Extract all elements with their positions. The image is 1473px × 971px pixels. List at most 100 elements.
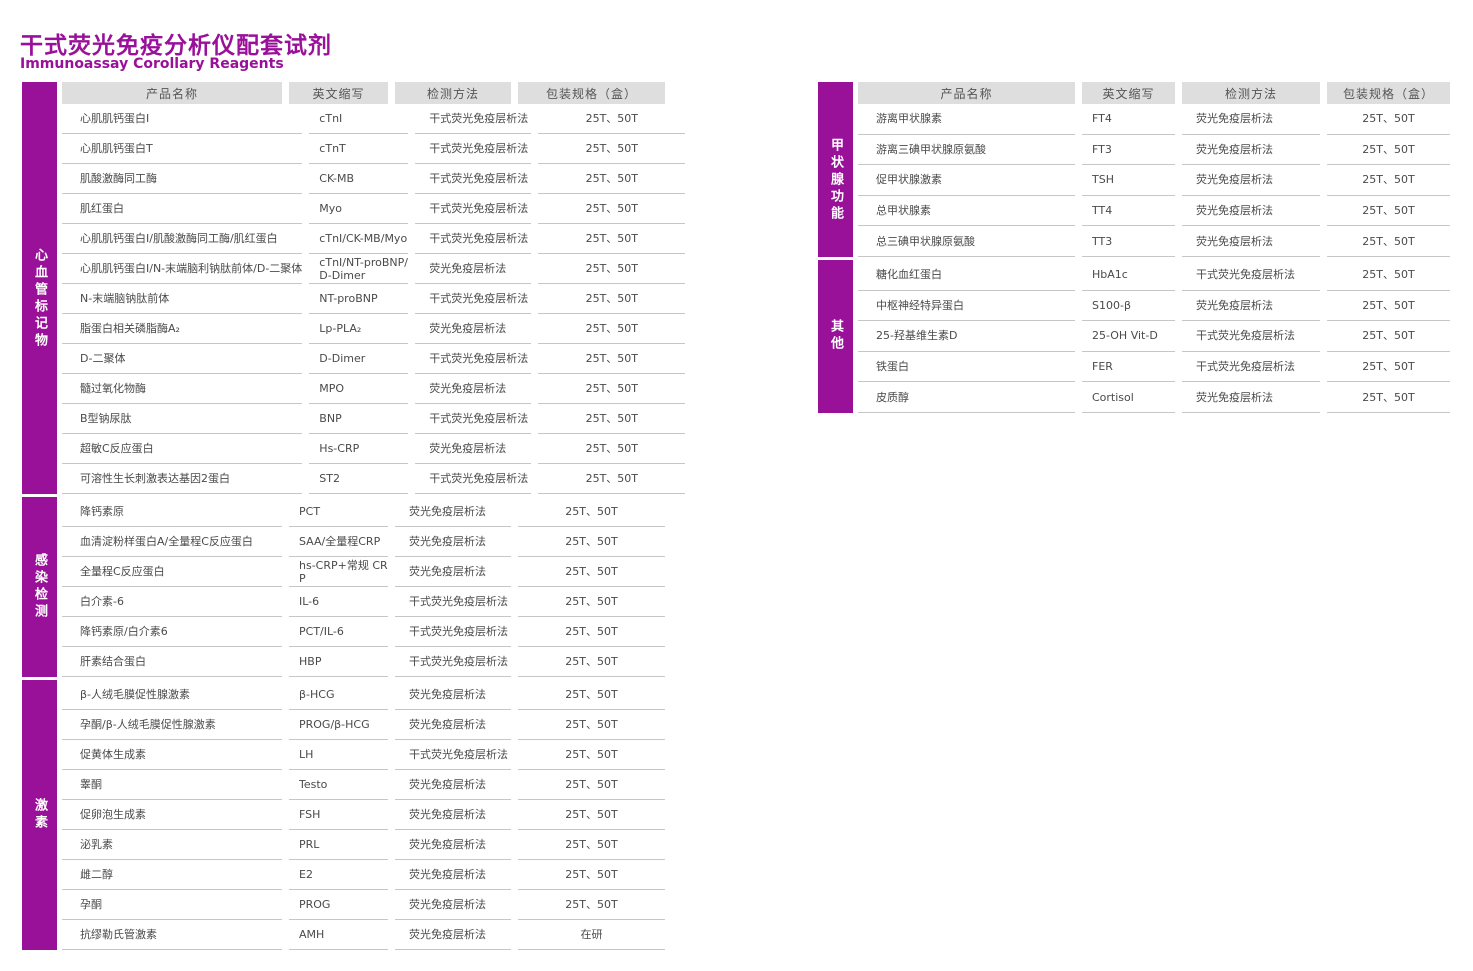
package-cell: 25T、50T [518, 740, 665, 770]
package-cell: 25T、50T [518, 587, 665, 617]
abbreviation-cell: FT4 [1082, 104, 1175, 135]
package-cell: 25T、50T [1327, 226, 1450, 257]
method-cell: 荧光免疫层析法 [415, 374, 531, 404]
table-row: 脂蛋白相关磷脂酶A₂ Lp-PLA₂ 荧光免疫层析法 25T、50T [62, 314, 685, 344]
product-name-cell: 心肌肌钙蛋白I/肌酸激酶同工酶/肌红蛋白 [62, 224, 302, 254]
package-cell: 25T、50T [518, 647, 665, 677]
package-cell: 25T、50T [538, 284, 685, 314]
category-bar: 感染检测 [22, 497, 57, 677]
package-cell: 25T、50T [538, 104, 685, 134]
abbreviation-cell: SAA/全量程CRP [289, 527, 388, 557]
table-row: 游离三碘甲状腺原氨酸 FT3 荧光免疫层析法 25T、50T [858, 135, 1450, 166]
abbreviation-cell: β-HCG [289, 680, 388, 710]
package-cell: 25T、50T [518, 680, 665, 710]
package-cell: 25T、50T [518, 860, 665, 890]
product-name-cell: B型钠尿肽 [62, 404, 302, 434]
table-row: 心肌肌钙蛋白I/N-末端脑利钠肽前体/D-二聚体 cTnI/NT-proBNP/… [62, 254, 685, 284]
package-cell: 25T、50T [1327, 260, 1450, 291]
package-cell: 25T、50T [1327, 382, 1450, 413]
table-section: 其他 糖化血红蛋白 HbA1c 干式荧光免疫层析法 25T、50T 中枢神经特异… [818, 260, 1450, 413]
product-name-cell: 游离甲状腺素 [858, 104, 1075, 135]
product-name-cell: 血清淀粉样蛋白A/全量程C反应蛋白 [62, 527, 282, 557]
abbreviation-cell: PRL [289, 830, 388, 860]
package-cell: 25T、50T [538, 134, 685, 164]
package-cell: 25T、50T [518, 497, 665, 527]
method-cell: 干式荧光免疫层析法 [1182, 321, 1320, 352]
col-header-package: 包装规格（盒） [518, 82, 665, 104]
table-row: 总甲状腺素 TT4 荧光免疫层析法 25T、50T [858, 196, 1450, 227]
category-bar: 甲状腺功能 [818, 104, 853, 257]
abbreviation-cell: PROG [289, 890, 388, 920]
table-row: 中枢神经特异蛋白 S100-β 荧光免疫层析法 25T、50T [858, 291, 1450, 322]
package-cell: 25T、50T [538, 374, 685, 404]
method-cell: 干式荧光免疫层析法 [415, 284, 531, 314]
abbreviation-cell: PCT [289, 497, 388, 527]
col-header-method: 检测方法 [395, 82, 511, 104]
package-cell: 25T、50T [538, 194, 685, 224]
abbreviation-cell: E2 [289, 860, 388, 890]
category-label: 甲状腺功能 [826, 138, 845, 223]
product-name-cell: 睾酮 [62, 770, 282, 800]
category-bar: 心血管标记物 [22, 104, 57, 494]
method-cell: 干式荧光免疫层析法 [415, 194, 531, 224]
package-cell: 25T、50T [1327, 291, 1450, 322]
method-cell: 干式荧光免疫层析法 [415, 224, 531, 254]
table-row: 白介素-6 IL-6 干式荧光免疫层析法 25T、50T [62, 587, 665, 617]
category-label: 心血管标记物 [30, 248, 49, 350]
reagent-table-left: 产品名称 英文缩写 检测方法 包装规格（盒） 心血管标记物 心肌肌钙蛋白I cT… [22, 82, 665, 950]
package-cell: 25T、50T [518, 770, 665, 800]
page-title: 干式荧光免疫分析仪配套试剂 [20, 26, 332, 60]
method-cell: 荧光免疫层析法 [1182, 291, 1320, 322]
package-cell: 25T、50T [518, 710, 665, 740]
abbreviation-cell: FSH [289, 800, 388, 830]
product-name-cell: 白介素-6 [62, 587, 282, 617]
method-cell: 荧光免疫层析法 [395, 497, 511, 527]
method-cell: 荧光免疫层析法 [395, 830, 511, 860]
package-cell: 25T、50T [518, 800, 665, 830]
method-cell: 干式荧光免疫层析法 [415, 104, 531, 134]
abbreviation-cell: cTnI/NT-proBNP/D-Dimer [309, 254, 408, 284]
product-name-cell: 总三碘甲状腺原氨酸 [858, 226, 1075, 257]
table-row: D-二聚体 D-Dimer 干式荧光免疫层析法 25T、50T [62, 344, 685, 374]
method-cell: 荧光免疫层析法 [395, 920, 511, 950]
package-cell: 25T、50T [1327, 104, 1450, 135]
section-rows: β-人绒毛膜促性腺激素 β-HCG 荧光免疫层析法 25T、50T 孕酮/β-人… [62, 680, 665, 950]
method-cell: 干式荧光免疫层析法 [1182, 352, 1320, 383]
abbreviation-cell: TT3 [1082, 226, 1175, 257]
abbreviation-cell: hs-CRP+常规 CRP [289, 557, 388, 587]
abbreviation-cell: D-Dimer [309, 344, 408, 374]
method-cell: 荧光免疫层析法 [395, 770, 511, 800]
table-row: 促卵泡生成素 FSH 荧光免疫层析法 25T、50T [62, 800, 665, 830]
col-header-method: 检测方法 [1182, 82, 1320, 104]
product-name-cell: 促甲状腺激素 [858, 165, 1075, 196]
product-name-cell: 25-羟基维生素D [858, 321, 1075, 352]
package-cell: 25T、50T [538, 464, 685, 494]
col-header-abbreviation: 英文缩写 [1082, 82, 1175, 104]
category-bar: 其他 [818, 260, 853, 413]
product-name-cell: 促黄体生成素 [62, 740, 282, 770]
section-rows: 糖化血红蛋白 HbA1c 干式荧光免疫层析法 25T、50T 中枢神经特异蛋白 … [858, 260, 1450, 413]
abbreviation-cell: AMH [289, 920, 388, 950]
package-cell: 25T、50T [538, 404, 685, 434]
method-cell: 荧光免疫层析法 [1182, 382, 1320, 413]
package-cell: 25T、50T [538, 434, 685, 464]
package-cell: 25T、50T [518, 617, 665, 647]
package-cell: 25T、50T [1327, 352, 1450, 383]
table-row: 肌红蛋白 Myo 干式荧光免疫层析法 25T、50T [62, 194, 685, 224]
method-cell: 干式荧光免疫层析法 [395, 740, 511, 770]
abbreviation-cell: Hs-CRP [309, 434, 408, 464]
category-label: 激素 [30, 798, 49, 832]
package-cell: 25T、50T [1327, 135, 1450, 166]
abbreviation-cell: HBP [289, 647, 388, 677]
package-cell: 在研 [518, 920, 665, 950]
category-label: 感染检测 [30, 553, 49, 621]
table-row: 髓过氧化物酶 MPO 荧光免疫层析法 25T、50T [62, 374, 685, 404]
col-header-package: 包装规格（盒） [1327, 82, 1450, 104]
product-name-cell: 心肌肌钙蛋白I [62, 104, 302, 134]
abbreviation-cell: ST2 [309, 464, 408, 494]
package-cell: 25T、50T [538, 254, 685, 284]
table-row: 泌乳素 PRL 荧光免疫层析法 25T、50T [62, 830, 665, 860]
abbreviation-cell: PROG/β-HCG [289, 710, 388, 740]
product-name-cell: 全量程C反应蛋白 [62, 557, 282, 587]
product-name-cell: 孕酮 [62, 890, 282, 920]
